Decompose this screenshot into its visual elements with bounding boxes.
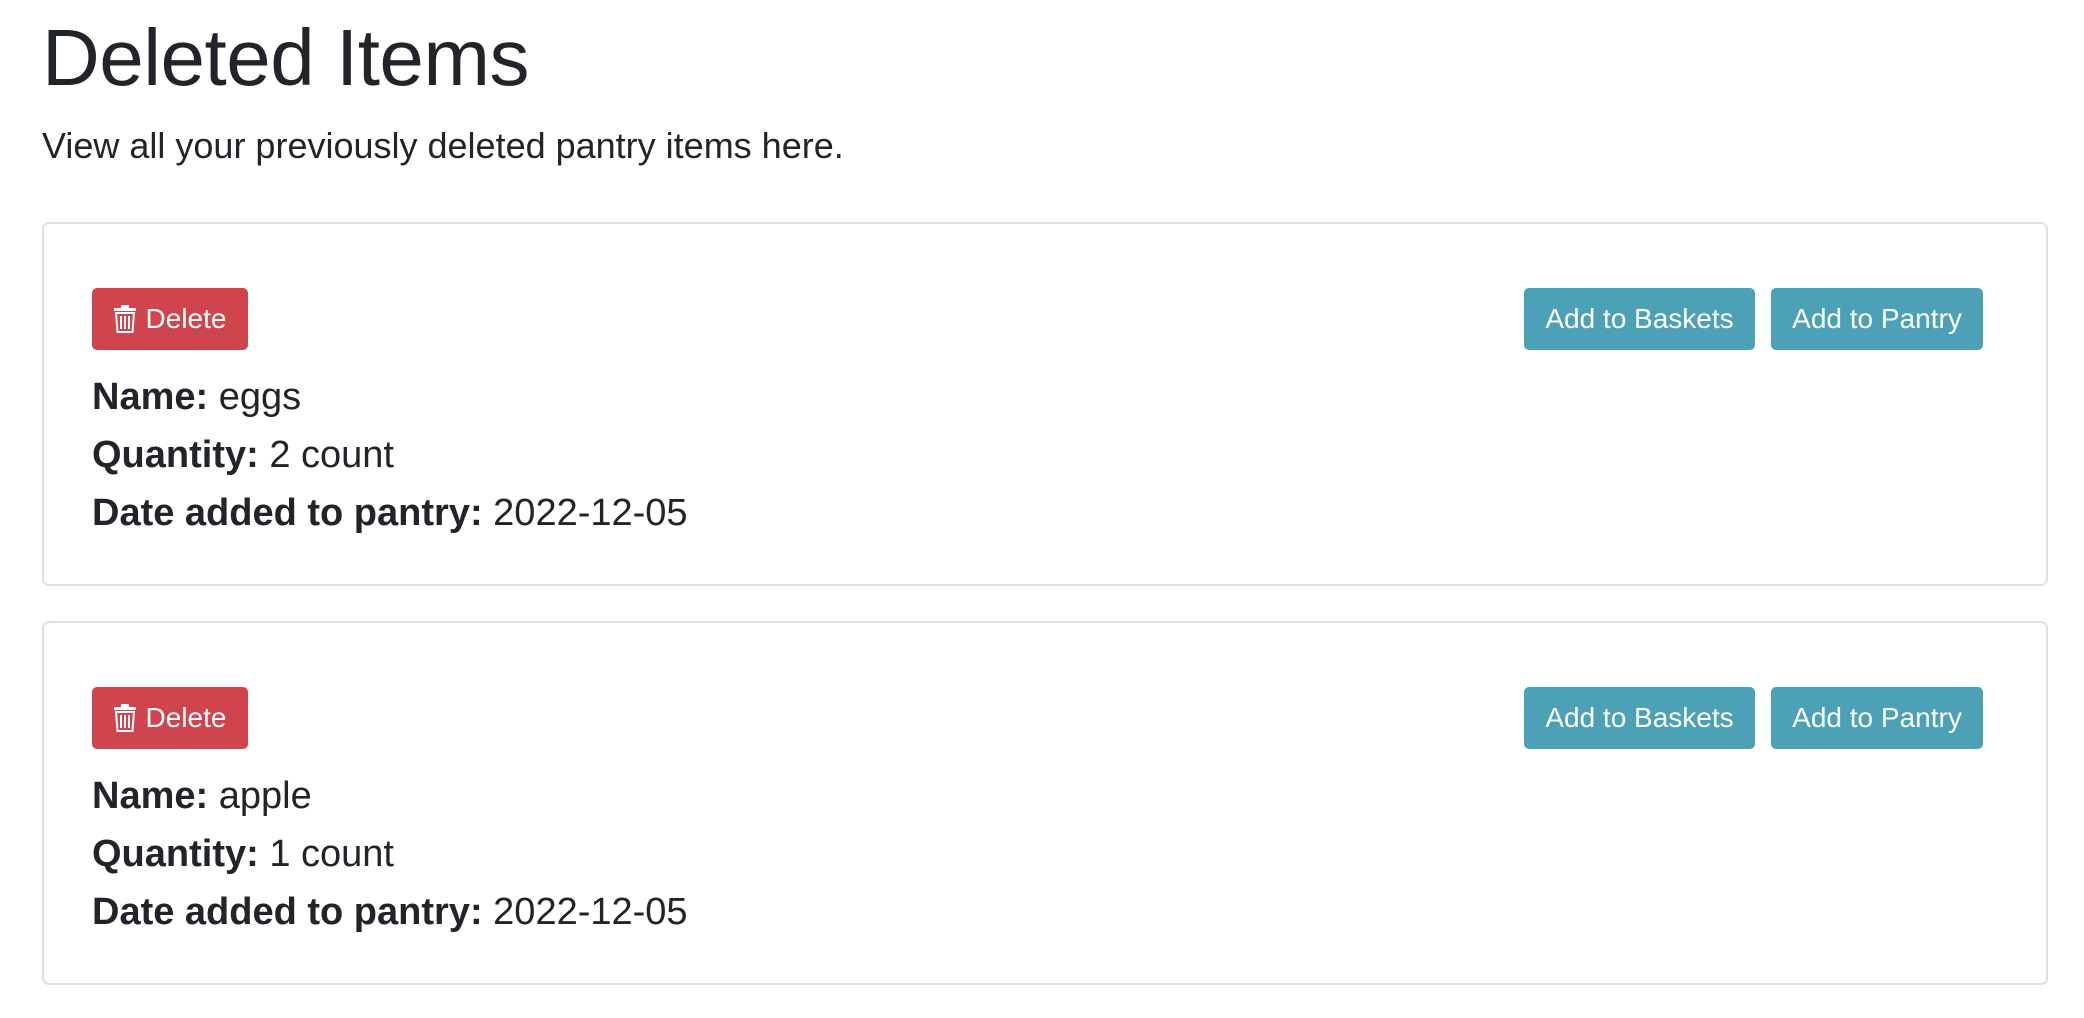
item-quantity-value: 1 count bbox=[269, 833, 394, 875]
deleted-item-card: Delete Add to Baskets Add to Pantry Name… bbox=[42, 621, 2048, 985]
name-label: Name: bbox=[92, 775, 209, 817]
trash-icon bbox=[113, 305, 136, 333]
page-subtitle: View all your previously deleted pantry … bbox=[42, 125, 844, 166]
add-to-baskets-button[interactable]: Add to Baskets bbox=[1524, 687, 1755, 749]
item-date-value: 2022-12-05 bbox=[493, 492, 688, 534]
delete-button-label: Delete bbox=[145, 303, 227, 334]
item-quantity-row: Quantity: 1 count bbox=[92, 829, 394, 879]
delete-button-label: Delete bbox=[145, 702, 227, 733]
quantity-label: Quantity: bbox=[92, 833, 259, 875]
date-label: Date added to pantry: bbox=[92, 492, 483, 534]
add-to-baskets-button[interactable]: Add to Baskets bbox=[1524, 288, 1755, 350]
item-name-row: Name: eggs bbox=[92, 372, 301, 422]
quantity-label: Quantity: bbox=[92, 434, 259, 476]
item-date-value: 2022-12-05 bbox=[493, 891, 688, 933]
item-name-value: apple bbox=[218, 775, 312, 817]
add-to-pantry-button[interactable]: Add to Pantry bbox=[1771, 288, 1983, 350]
item-quantity-value: 2 count bbox=[269, 434, 394, 476]
delete-button[interactable]: Delete bbox=[92, 687, 248, 749]
add-to-pantry-button[interactable]: Add to Pantry bbox=[1771, 687, 1983, 749]
page-title: Deleted Items bbox=[42, 13, 530, 102]
deleted-items-page: Deleted Items View all your previously d… bbox=[0, 0, 2084, 1018]
trash-icon bbox=[113, 704, 136, 732]
item-date-row: Date added to pantry: 2022-12-05 bbox=[92, 488, 688, 538]
name-label: Name: bbox=[92, 376, 209, 418]
item-name-row: Name: apple bbox=[92, 771, 312, 821]
date-label: Date added to pantry: bbox=[92, 891, 483, 933]
delete-button[interactable]: Delete bbox=[92, 288, 248, 350]
item-date-row: Date added to pantry: 2022-12-05 bbox=[92, 887, 688, 937]
deleted-item-card: Delete Add to Baskets Add to Pantry Name… bbox=[42, 222, 2048, 586]
item-name-value: eggs bbox=[218, 376, 302, 418]
item-quantity-row: Quantity: 2 count bbox=[92, 430, 394, 480]
